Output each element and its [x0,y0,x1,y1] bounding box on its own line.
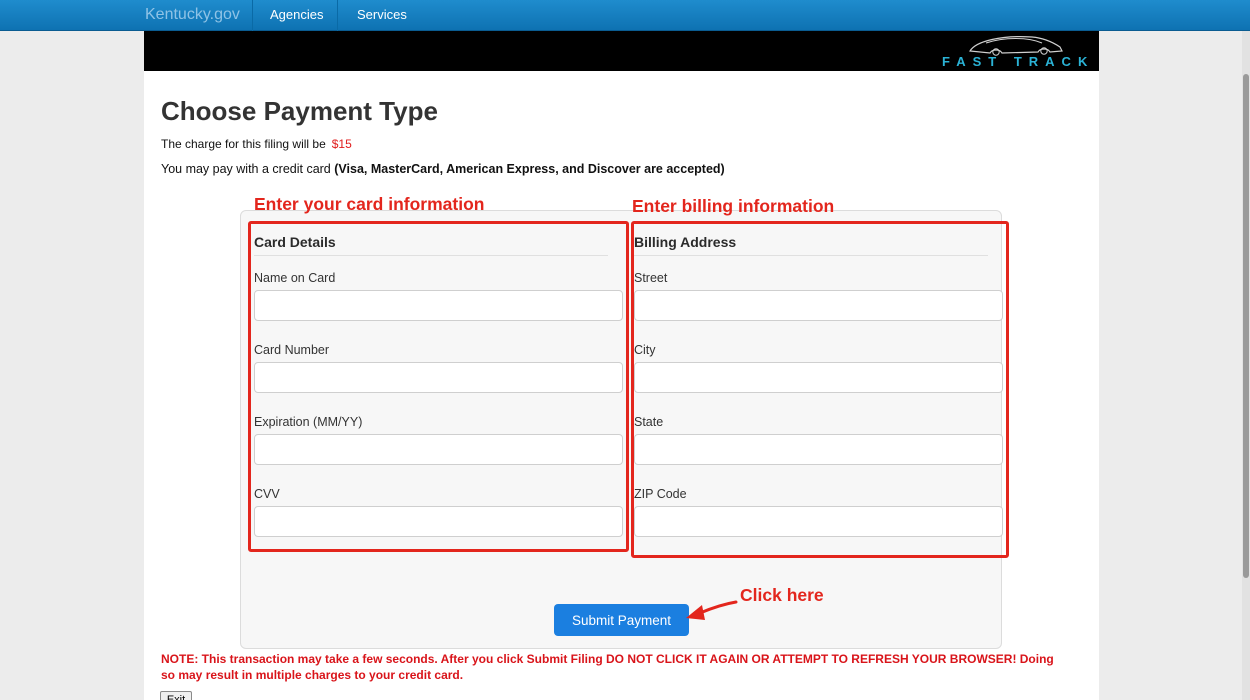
top-nav-bar: Kentucky.gov Agencies Services [0,0,1250,31]
accepted-cards: (Visa, MasterCard, American Express, and… [334,162,725,176]
page-title: Choose Payment Type [161,96,438,126]
annotation-click-here: Click here [740,585,824,605]
nav-divider [337,0,338,31]
annotation-card-info: Enter your card information [254,194,485,214]
kentucky-gov-brand-link[interactable]: Kentucky.gov [145,6,240,24]
pay-with-prefix: You may pay with a credit card [161,162,331,176]
nav-divider [252,0,253,31]
page-container: FAST TRACK Choose Payment Type The charg… [144,31,1099,700]
header-banner: FAST TRACK [144,31,1099,71]
scrollbar-thumb[interactable] [1243,74,1249,578]
annotation-billing-box [631,221,1009,558]
annotation-arrow-icon [686,600,738,620]
submit-payment-button[interactable]: Submit Payment [554,604,689,636]
transaction-warning-note: NOTE: This transaction may take a few se… [161,652,1054,682]
payment-methods-text: You may pay with a credit card (Visa, Ma… [161,162,725,176]
fast-track-logo: FAST TRACK [942,31,1094,71]
charge-line: The charge for this filing will be $15 [161,137,352,151]
nav-link-services[interactable]: Services [357,7,407,22]
annotation-card-box [248,221,629,552]
annotation-billing-info: Enter billing information [632,196,835,216]
charge-label: The charge for this filing will be [161,137,326,151]
charge-amount: $15 [331,137,352,151]
nav-link-agencies[interactable]: Agencies [270,7,323,22]
exit-button[interactable]: Exit [160,691,192,700]
fast-track-logo-text: FAST TRACK [942,54,1095,69]
